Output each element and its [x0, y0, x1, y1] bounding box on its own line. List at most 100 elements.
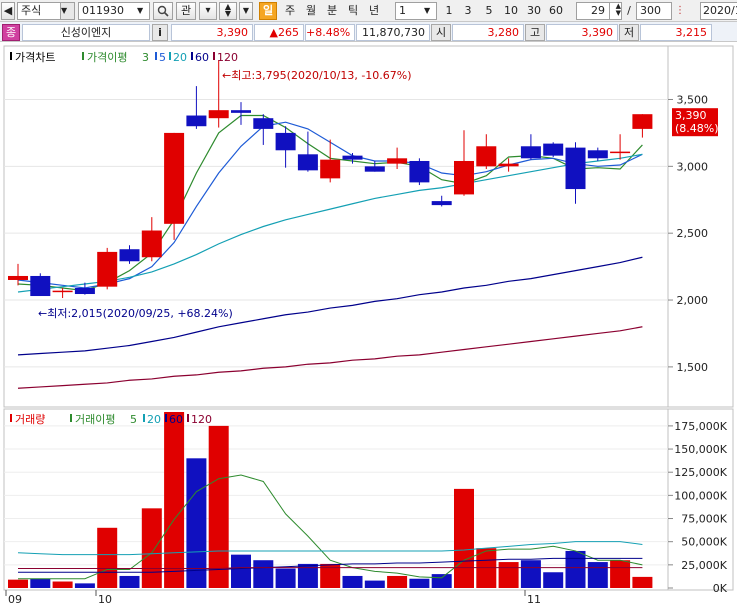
volume-bar [387, 575, 408, 588]
candle-body [231, 110, 251, 113]
candle-body [498, 163, 519, 167]
volume-bar [8, 579, 28, 588]
low-price: 3,215 [640, 24, 712, 41]
quick-interval-3[interactable]: 3 [461, 2, 475, 20]
settings-dots-icon[interactable]: ⋮⋮ [674, 2, 690, 20]
volume-bar [431, 574, 452, 588]
candle-body [454, 160, 474, 195]
volume-bar [364, 580, 385, 588]
market-select-value: 주식 [21, 4, 42, 17]
candle-body [8, 275, 28, 280]
tab-period-month[interactable]: 월 [302, 2, 320, 20]
candle-body [431, 201, 452, 206]
interest-button[interactable]: 관 [176, 2, 196, 20]
price-tick-label: 3,000 [677, 160, 709, 173]
x-tick-label: 09 [8, 593, 22, 606]
candle-body [409, 160, 430, 183]
candle-body [52, 290, 73, 293]
candle-body [141, 230, 162, 258]
count-separator: / [627, 4, 631, 17]
legend-ma3: 3 [142, 51, 149, 64]
current-price-tag-value: 3,390 [675, 109, 707, 122]
search-icon [157, 5, 169, 17]
candle-body [587, 150, 608, 159]
candle-body [253, 118, 274, 129]
low-annotation: ←최저:2,015(2020/09/25, +68.24%) [38, 307, 233, 320]
stock-code-value: 011930 [82, 4, 124, 17]
tab-period-tick[interactable]: 틱 [344, 2, 362, 20]
rotate-icon[interactable]: ▾ [199, 2, 217, 20]
volume-bar [119, 575, 140, 588]
volume-bar [543, 572, 564, 588]
tab-period-year[interactable]: 년 [365, 2, 383, 20]
tab-period-week[interactable]: 주 [281, 2, 299, 20]
volume-tick-label: 0K [713, 582, 728, 595]
volume-tick-label: 100,000K [674, 489, 727, 502]
x-tick-label: 10 [98, 593, 112, 606]
candle-body [342, 155, 363, 160]
date-input[interactable]: 2020/1 [700, 2, 737, 20]
volume-tick-label: 75,000K [681, 513, 727, 526]
candle-body [297, 154, 318, 171]
current-price-tag-pct: (8.48%) [675, 122, 719, 135]
price-tick-label: 2,000 [677, 294, 709, 307]
quick-interval-1[interactable]: 1 [442, 2, 456, 20]
stock-code-input[interactable]: 011930 ▼ [78, 2, 150, 20]
candle-body [543, 143, 564, 156]
legend-volume-ma: 거래이평 [75, 413, 115, 426]
candle-body [119, 249, 140, 262]
stock-name: 신성이엔지 [22, 24, 150, 41]
candle-body [275, 132, 296, 151]
price-panel: 3,500 3,000 2,500 2,000 1,500 3,390(8.48%) 가… [3, 45, 734, 408]
volume-panel: 175,000K 150,000K 125,000K 100,000K 75,000K 5… [3, 408, 734, 595]
display-count-value: 29 [591, 4, 605, 17]
quick-interval-10[interactable]: 10 [501, 2, 521, 20]
spin-arrows-icon: ▲ ▼ [609, 3, 621, 19]
high-label: 고 [525, 24, 545, 41]
up-down-stepper[interactable]: ▲ ▼ [219, 2, 237, 20]
trade-volume: 11,870,730 [356, 24, 430, 41]
quick-interval-60[interactable]: 60 [546, 2, 566, 20]
candle-body [186, 115, 207, 127]
legend-ma5: 5 [159, 51, 166, 64]
low-label: 저 [619, 24, 639, 41]
price-tick-label: 2,500 [677, 227, 709, 240]
legend-ma120: 120 [217, 51, 238, 64]
volume-tick-label: 50,000K [681, 536, 727, 549]
info-button[interactable]: i [152, 24, 168, 41]
display-count-stepper[interactable]: 29 ▲ ▼ [576, 2, 622, 20]
legend-ma60: 60 [195, 51, 209, 64]
tool-menu-button[interactable]: ▼ [239, 2, 253, 20]
volume-tick-label: 175,000K [674, 420, 727, 433]
market-select[interactable]: 주식 ▼ [17, 2, 75, 20]
legend-vma60: 60 [169, 413, 183, 426]
volume-bar [231, 554, 251, 588]
volume-bar [141, 508, 162, 588]
quick-interval-5[interactable]: 5 [482, 2, 496, 20]
panel-toggle-icon[interactable]: ◀ [1, 2, 15, 20]
legend-price-ma: 가격이평 [87, 51, 127, 64]
volume-bar [275, 568, 296, 588]
open-price: 3,280 [452, 24, 524, 41]
candle-body [97, 251, 118, 287]
volume-tick-label: 125,000K [674, 466, 727, 479]
candle-body [164, 132, 185, 224]
volume-bar [454, 488, 474, 588]
open-label: 시 [431, 24, 451, 41]
quick-interval-30[interactable]: 30 [524, 2, 544, 20]
chart-area[interactable]: 3,500 3,000 2,500 2,000 1,500 3,390(8.48%) 가… [0, 42, 737, 606]
candle-body [610, 151, 631, 154]
candle-body [476, 146, 497, 167]
volume-bar [409, 578, 430, 588]
tab-period-day[interactable]: 일 [259, 2, 277, 20]
tab-period-minute[interactable]: 분 [323, 2, 341, 20]
volume-bar [342, 575, 363, 588]
chevron-down-icon: ▼ [424, 6, 431, 15]
candle-body [208, 110, 229, 119]
total-count-field[interactable]: 300 [636, 2, 672, 20]
chevron-down-icon: ▼ [60, 3, 74, 19]
search-button[interactable] [153, 2, 173, 20]
candle-body [320, 159, 341, 179]
volume-tick-label: 25,000K [681, 559, 727, 572]
interval-select[interactable]: 1 ▼ [395, 2, 437, 20]
